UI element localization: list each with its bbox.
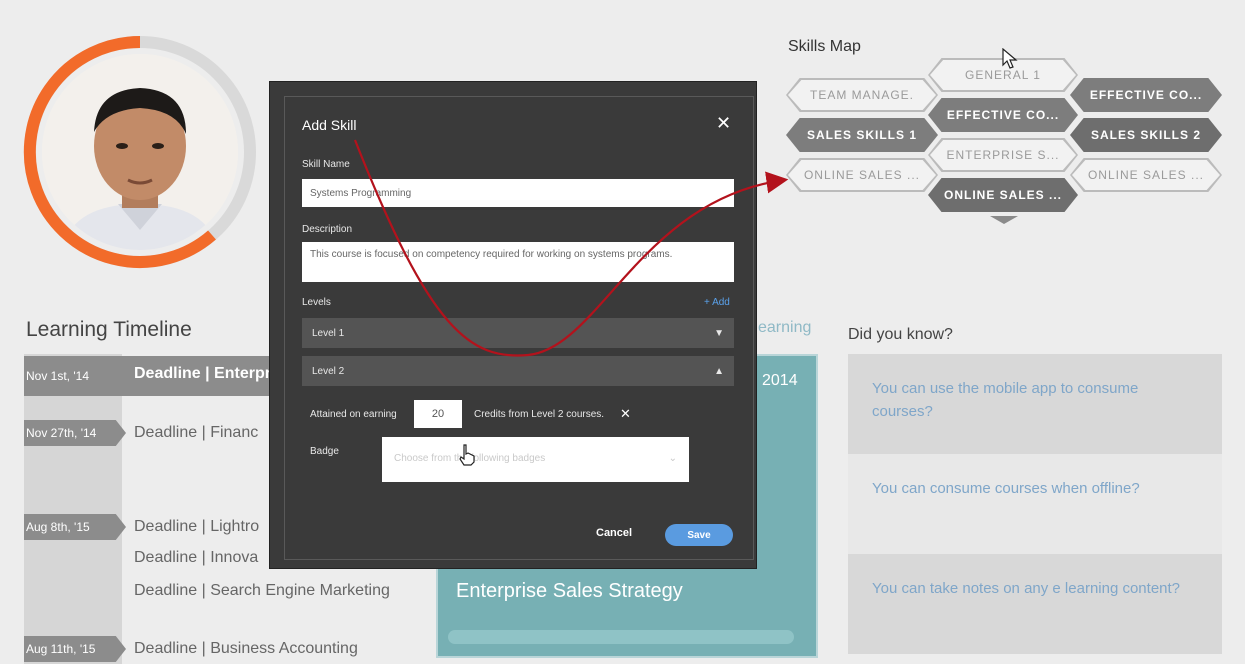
timeline-deadline[interactable]: Deadline | Innova: [134, 549, 258, 567]
levels-label: Levels: [302, 297, 331, 308]
learning-link[interactable]: earning: [758, 319, 811, 337]
timeline-date: Aug 11th, '15: [24, 636, 126, 662]
skills-map-title: Skills Map: [788, 38, 861, 55]
cancel-button[interactable]: Cancel: [596, 527, 632, 539]
skill-hex[interactable]: ENTERPRISE S...: [928, 138, 1078, 172]
course-progress-bar: [448, 630, 794, 644]
skill-name-label: Skill Name: [302, 159, 350, 170]
skill-hex[interactable]: EFFECTIVE CO...: [928, 98, 1078, 132]
description-label: Description: [302, 224, 353, 235]
hand-cursor-icon: [458, 444, 476, 471]
course-title[interactable]: Enterprise Sales Strategy: [456, 580, 683, 603]
timeline-deadline[interactable]: Deadline | Enterpr: [134, 365, 271, 383]
timeline-deadline[interactable]: Deadline | Business Accounting: [134, 640, 358, 658]
timeline-track: [24, 354, 122, 664]
chevron-down-icon[interactable]: [990, 216, 1018, 224]
tip-card[interactable]: You can consume courses when offline?: [848, 454, 1222, 554]
caret-up-icon: ▲: [714, 365, 724, 377]
remove-icon[interactable]: ✕: [620, 406, 631, 422]
save-button[interactable]: Save: [665, 524, 733, 546]
modal-title: Add Skill: [302, 117, 357, 133]
skill-hex[interactable]: SALES SKILLS 2: [1070, 118, 1222, 152]
timeline-title: Learning Timeline: [26, 318, 192, 341]
user-photo-icon: [42, 54, 238, 250]
timeline-deadline[interactable]: Deadline | Search Engine Marketing: [134, 582, 390, 600]
badge-label: Badge: [310, 446, 339, 457]
timeline-date: Nov 1st, '14: [24, 363, 120, 389]
timeline-date: Aug 8th, '15: [24, 514, 126, 540]
tip-card[interactable]: You can use the mobile app to consume co…: [848, 354, 1222, 454]
timeline-date: Nov 27th, '14: [24, 420, 126, 446]
tip-card[interactable]: You can take notes on any e learning con…: [848, 554, 1222, 654]
level-label: Level 2: [312, 365, 345, 377]
add-level-button[interactable]: + Add: [704, 297, 730, 308]
badge-select[interactable]: Choose from the following badges ⌄: [382, 437, 689, 482]
level-row[interactable]: Level 1 ▼: [302, 318, 734, 348]
close-icon[interactable]: ✕: [716, 113, 731, 134]
timeline-deadline[interactable]: Deadline | Financ: [134, 424, 258, 442]
skill-hex[interactable]: SALES SKILLS 1: [786, 118, 938, 152]
level-row[interactable]: Level 2 ▲: [302, 356, 734, 386]
credits-suffix: Credits from Level 2 courses.: [474, 409, 605, 420]
profile-progress-ring: [22, 34, 258, 270]
skill-hex[interactable]: TEAM MANAGE.: [786, 78, 938, 112]
description-input[interactable]: This course is focused on competency req…: [302, 242, 734, 282]
arrow-cursor-icon: [1002, 47, 1018, 75]
chevron-down-icon: ⌄: [668, 453, 677, 464]
course-year: 2014: [762, 372, 798, 389]
skill-hex[interactable]: ONLINE SALES ...: [1070, 158, 1222, 192]
skill-hex[interactable]: EFFECTIVE CO...: [1070, 78, 1222, 112]
avatar: [42, 54, 238, 250]
skill-hex[interactable]: ONLINE SALES ...: [928, 178, 1078, 212]
attained-label: Attained on earning: [310, 409, 397, 420]
level-label: Level 1: [312, 327, 345, 339]
caret-down-icon: ▼: [714, 327, 724, 339]
skill-hex[interactable]: ONLINE SALES ...: [786, 158, 938, 192]
timeline-deadline[interactable]: Deadline | Lightro: [134, 518, 259, 536]
credits-input[interactable]: [414, 400, 462, 428]
did-you-know-title: Did you know?: [848, 326, 953, 343]
skill-name-input[interactable]: [302, 179, 734, 207]
